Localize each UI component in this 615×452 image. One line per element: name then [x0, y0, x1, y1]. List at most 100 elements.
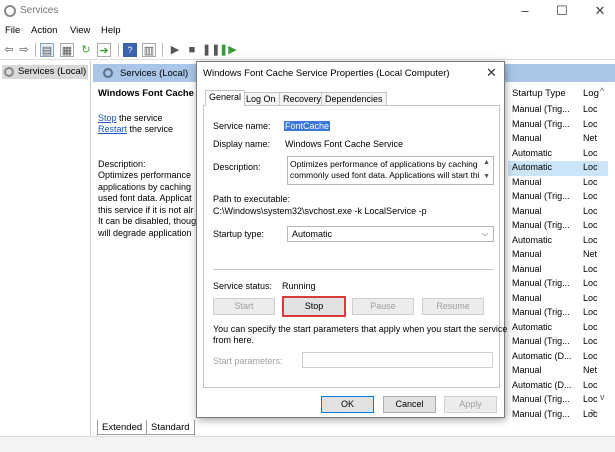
- start-service-icon[interactable]: ▶: [168, 43, 182, 57]
- startup-type-cell: Manual (Trig...: [512, 104, 570, 114]
- table-row[interactable]: Manual (Trig... Loc: [508, 219, 608, 234]
- table-row[interactable]: Manual Net: [508, 248, 608, 263]
- properties-list-icon[interactable]: ▦: [60, 43, 74, 57]
- services-gear-icon: [103, 68, 113, 78]
- table-row[interactable]: Manual (Trig... Loc: [508, 277, 608, 292]
- maximize-button[interactable]: ☐: [549, 2, 575, 20]
- table-row[interactable]: Manual Loc: [508, 176, 608, 191]
- stop-link[interactable]: Stop: [98, 113, 117, 123]
- tree-item-services-local[interactable]: Services (Local): [2, 65, 88, 79]
- help-icon[interactable]: ?: [123, 43, 137, 57]
- cancel-button[interactable]: Cancel: [383, 396, 436, 413]
- stop-button[interactable]: Stop: [282, 296, 346, 317]
- show-hide-tree-icon[interactable]: ▤: [40, 43, 54, 57]
- startup-type-cell: Manual (Trig...: [512, 118, 570, 129]
- startup-type-cell: Automatic: [512, 321, 553, 332]
- display-name-value[interactable]: Windows Font Cache Service: [285, 139, 403, 149]
- tab-recovery[interactable]: Recovery: [279, 92, 326, 106]
- scroll-up-icon[interactable]: ^: [600, 86, 604, 96]
- scroll-right-icon[interactable]: >: [590, 407, 596, 418]
- stop-service-icon[interactable]: ■: [185, 43, 199, 57]
- export-list-icon[interactable]: ➔: [97, 43, 111, 57]
- description-box[interactable]: Optimizes performance of applications by…: [287, 156, 494, 185]
- dialog-close-button[interactable]: ✕: [486, 65, 497, 81]
- table-row[interactable]: Manual (Trig... Loc: [508, 306, 608, 321]
- log-on-cell: Loc: [583, 162, 598, 172]
- startup-type-cell: Automatic: [512, 147, 553, 158]
- tab-dependencies[interactable]: Dependencies: [321, 92, 387, 106]
- path-value: C:\Windows\system32\svchost.exe -k Local…: [213, 206, 427, 216]
- refresh-icon[interactable]: ↻: [79, 43, 93, 57]
- menu-bar: File Action View Help: [0, 23, 615, 40]
- table-row[interactable]: Manual (Trig... Loc: [508, 118, 608, 133]
- apply-button[interactable]: Apply: [444, 396, 497, 413]
- ok-button[interactable]: OK: [321, 396, 374, 413]
- restart-service-icon[interactable]: ❚▶: [219, 43, 237, 57]
- console-view-icon[interactable]: ▥: [142, 43, 156, 57]
- log-on-cell: Net: [583, 133, 598, 143]
- table-row[interactable]: Manual Net: [508, 364, 608, 379]
- startup-type-cell: Manual: [512, 263, 542, 274]
- tab-standard[interactable]: Standard: [146, 420, 195, 435]
- start-button[interactable]: Start: [213, 298, 275, 315]
- table-row[interactable]: Automatic Loc: [508, 321, 608, 336]
- table-row[interactable]: Manual Net: [508, 132, 608, 147]
- menu-file[interactable]: File: [5, 25, 20, 36]
- status-bar: [0, 436, 615, 452]
- table-row[interactable]: Manual (Trig... Loc: [508, 103, 608, 118]
- vertical-scrollbar[interactable]: ^ v: [598, 86, 612, 404]
- log-on-cell: Net: [583, 365, 598, 375]
- log-on-cell: Loc: [583, 263, 598, 274]
- table-row[interactable]: Manual (Trig... Loc: [508, 335, 608, 350]
- pause-service-icon[interactable]: ❚❚: [202, 43, 220, 57]
- console-tree: Services (Local): [0, 61, 91, 436]
- startup-type-cell: Manual (Trig...: [512, 336, 570, 346]
- menu-action[interactable]: Action: [31, 25, 57, 36]
- column-startup-type[interactable]: Startup Type: [512, 88, 566, 99]
- start-params-input[interactable]: [302, 352, 493, 368]
- table-row[interactable]: Manual Loc: [508, 205, 608, 220]
- tab-general[interactable]: General: [205, 90, 246, 106]
- scroll-up-icon[interactable]: ▲: [483, 159, 490, 166]
- selected-service-name: Windows Font Cache Se: [98, 88, 196, 99]
- forward-arrow-icon[interactable]: ⇨: [17, 43, 31, 57]
- startup-type-cell: Manual: [512, 133, 542, 143]
- log-on-cell: Loc: [583, 394, 598, 404]
- scroll-down-icon[interactable]: ▼: [483, 173, 490, 180]
- table-row[interactable]: Automatic Loc: [508, 234, 608, 249]
- table-row[interactable]: Automatic Loc: [508, 161, 608, 176]
- start-params-hint-2: from here.: [213, 335, 255, 345]
- tab-log-on[interactable]: Log On: [242, 92, 280, 106]
- back-arrow-icon[interactable]: ⇦: [2, 43, 16, 57]
- divider: [213, 269, 493, 270]
- table-row[interactable]: Manual Loc: [508, 263, 608, 278]
- table-row[interactable]: Automatic (D... Loc: [508, 350, 608, 365]
- table-row[interactable]: Manual (Trig... Loc: [508, 393, 608, 408]
- services-gear-icon: [4, 5, 16, 17]
- services-list: Manual (Trig... Loc Manual (Trig... Loc Manu…: [508, 103, 608, 422]
- startup-type-cell: Manual (Trig...: [512, 394, 570, 404]
- service-name-value[interactable]: FontCache: [284, 121, 331, 131]
- dialog-title: Windows Font Cache Service Properties (L…: [203, 68, 450, 79]
- scroll-down-icon[interactable]: v: [600, 392, 605, 402]
- resume-button[interactable]: Resume: [422, 298, 484, 315]
- display-name-label: Display name:: [213, 139, 271, 149]
- table-row[interactable]: Manual (Trig... Loc: [508, 190, 608, 205]
- path-label: Path to executable:: [213, 194, 291, 204]
- startup-type-cell: Manual (Trig...: [512, 307, 570, 317]
- startup-type-cell: Automatic: [512, 234, 553, 245]
- view-tabs: Extended Standard: [93, 420, 615, 436]
- table-row[interactable]: Automatic Loc: [508, 147, 608, 162]
- log-on-cell: Loc: [583, 118, 598, 129]
- column-log-on[interactable]: Log: [583, 88, 599, 99]
- minimize-button[interactable]: –: [512, 2, 538, 20]
- menu-help[interactable]: Help: [101, 25, 121, 36]
- close-button[interactable]: ✕: [587, 2, 613, 20]
- table-row[interactable]: Manual Loc: [508, 292, 608, 307]
- menu-view[interactable]: View: [70, 25, 90, 36]
- tab-extended[interactable]: Extended: [97, 420, 148, 435]
- pause-button[interactable]: Pause: [352, 298, 414, 315]
- startup-type-select[interactable]: Automatic ⌵: [287, 226, 494, 242]
- table-row[interactable]: Automatic (D... Loc: [508, 379, 608, 394]
- restart-link[interactable]: Restart: [98, 124, 127, 134]
